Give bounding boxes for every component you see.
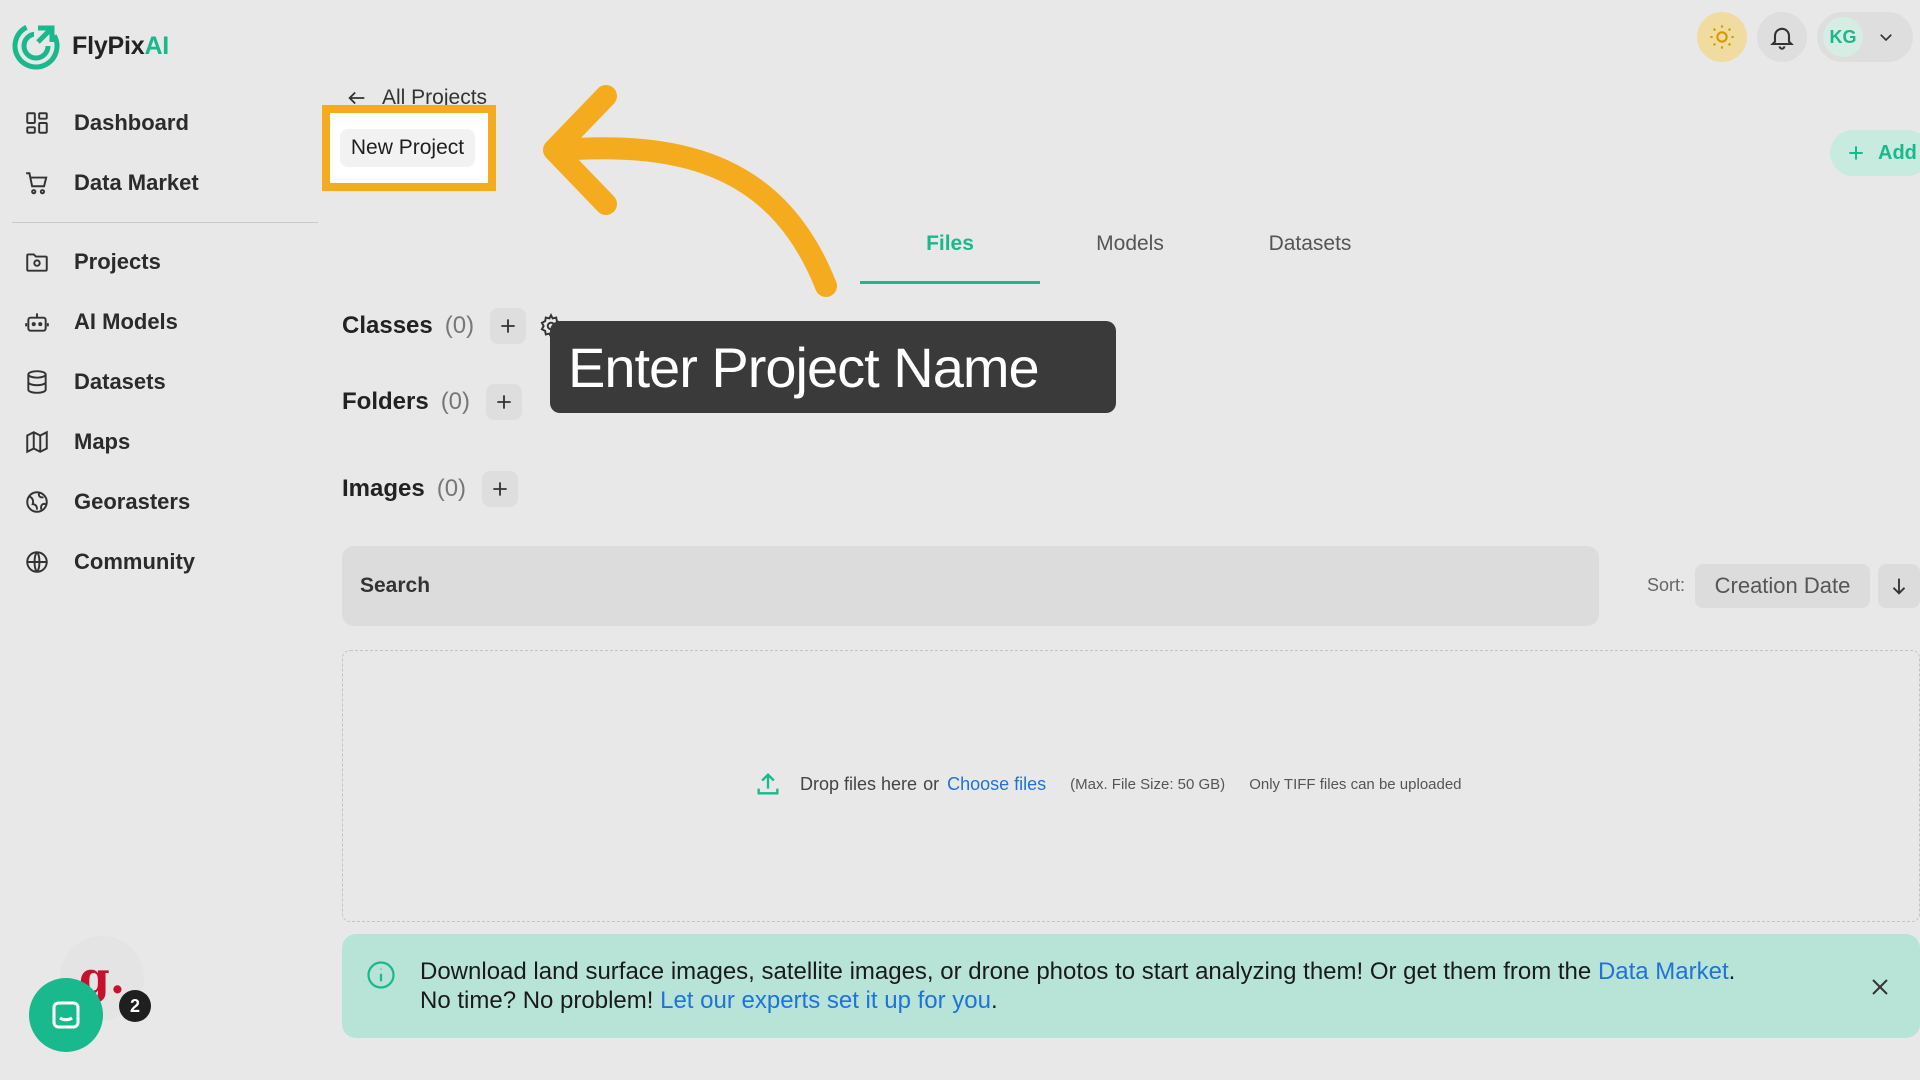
globe-grid-icon <box>24 489 50 515</box>
section-count: (0) <box>440 388 471 415</box>
choose-files-link[interactable]: Choose files <box>947 774 1046 795</box>
tab-files[interactable]: Files <box>860 232 1040 284</box>
plus-icon <box>493 482 507 496</box>
search-input[interactable]: Search <box>342 546 1599 626</box>
dashboard-icon <box>24 110 50 136</box>
globe-icon <box>24 549 50 575</box>
sidebar-item-label: Projects <box>74 249 161 274</box>
sort-label: Sort: <box>1647 575 1686 595</box>
banner-period: . <box>1728 958 1736 985</box>
dropzone-or: or <box>923 773 940 794</box>
banner-period: . <box>990 987 998 1014</box>
sort-select[interactable]: Creation Date <box>1695 564 1870 608</box>
folders-section: Folders (0) <box>342 384 523 420</box>
images-section: Images (0) <box>342 471 519 507</box>
brand-logo[interactable]: FlyPixAI <box>12 22 169 70</box>
sidebar-item-label: Datasets <box>74 369 166 394</box>
sidebar-item-maps[interactable]: Maps <box>24 422 130 462</box>
plus-icon <box>1846 143 1866 163</box>
banner-line2: No time? No problem! <box>420 987 654 1014</box>
map-icon <box>24 429 50 455</box>
section-count: (0) <box>444 312 475 339</box>
annotation-arrow <box>543 85 837 297</box>
sidebar-item-label: Georasters <box>74 489 191 514</box>
plus-icon <box>501 319 515 333</box>
banner-line1: Download land surface images, satellite … <box>420 958 1592 985</box>
chat-icon <box>48 997 84 1033</box>
data-market-link[interactable]: Data Market <box>1598 958 1729 985</box>
dropzone-row: Drop files here or Choose files (Max. Fi… <box>754 770 1462 798</box>
add-folder-button[interactable] <box>486 384 523 420</box>
cart-icon <box>24 170 50 196</box>
sidebar-item-data-market[interactable]: Data Market <box>24 163 199 203</box>
sort-direction-button[interactable] <box>1878 564 1920 608</box>
section-title: Classes <box>342 312 433 339</box>
upload-icon <box>754 770 782 798</box>
sidebar-item-label: Maps <box>74 429 131 454</box>
chat-launcher-button[interactable] <box>29 978 103 1052</box>
sidebar-item-label: AI Models <box>74 309 178 334</box>
sidebar-item-community[interactable]: Community <box>24 542 195 582</box>
banner-text: Download land surface images, satellite … <box>420 957 1850 1015</box>
sidebar-divider <box>12 222 318 223</box>
sidebar-item-georasters[interactable]: Georasters <box>24 482 190 522</box>
info-icon <box>366 960 396 990</box>
section-title: Folders <box>342 388 429 415</box>
sidebar-item-label: Dashboard <box>74 110 189 135</box>
add-image-button[interactable] <box>482 471 519 507</box>
classes-section: Classes (0) <box>342 308 564 344</box>
folder-icon <box>24 249 50 275</box>
sidebar-item-projects[interactable]: Projects <box>24 242 161 282</box>
theme-toggle-button[interactable] <box>1697 12 1747 62</box>
file-type-note: Only TIFF files can be uploaded <box>1249 775 1462 793</box>
section-count: (0) <box>436 475 467 502</box>
robot-icon <box>24 309 50 335</box>
flypix-logo-icon <box>12 22 60 70</box>
chat-unread-badge: 2 <box>119 990 151 1022</box>
sidebar-item-dashboard[interactable]: Dashboard <box>24 103 189 143</box>
project-name-input[interactable]: New Project <box>340 129 475 167</box>
sidebar-item-ai-models[interactable]: AI Models <box>24 302 178 342</box>
close-icon[interactable] <box>1868 975 1892 999</box>
add-button-label: Add <box>1878 141 1917 164</box>
user-menu-button[interactable]: KG <box>1817 12 1913 62</box>
sidebar-item-datasets[interactable]: Datasets <box>24 362 166 402</box>
bell-icon <box>1768 23 1796 51</box>
tutorial-tooltip: Enter Project Name <box>550 321 1116 413</box>
arrow-down-icon <box>1888 575 1910 597</box>
experts-setup-link[interactable]: Let our experts set it up for you <box>660 987 991 1014</box>
notifications-button[interactable] <box>1757 12 1807 62</box>
plus-icon <box>497 395 511 409</box>
sidebar: FlyPixAI Dashboard Data Market Projects … <box>0 0 320 1080</box>
sidebar-item-label: Community <box>74 549 195 574</box>
dropzone-text: Drop files here <box>800 773 918 794</box>
chevron-down-icon <box>1877 28 1895 46</box>
avatar: KG <box>1823 17 1863 57</box>
max-file-size: (Max. File Size: 50 GB) <box>1070 775 1226 793</box>
section-title: Images <box>342 475 425 502</box>
database-icon <box>24 369 50 395</box>
sun-icon <box>1708 23 1736 51</box>
add-class-button[interactable] <box>490 308 527 344</box>
sidebar-item-label: Data Market <box>74 170 199 195</box>
tab-datasets[interactable]: Datasets <box>1220 232 1400 284</box>
add-button[interactable]: Add <box>1830 130 1920 176</box>
tab-models[interactable]: Models <box>1040 232 1220 284</box>
brand-name: FlyPixAI <box>72 31 170 60</box>
